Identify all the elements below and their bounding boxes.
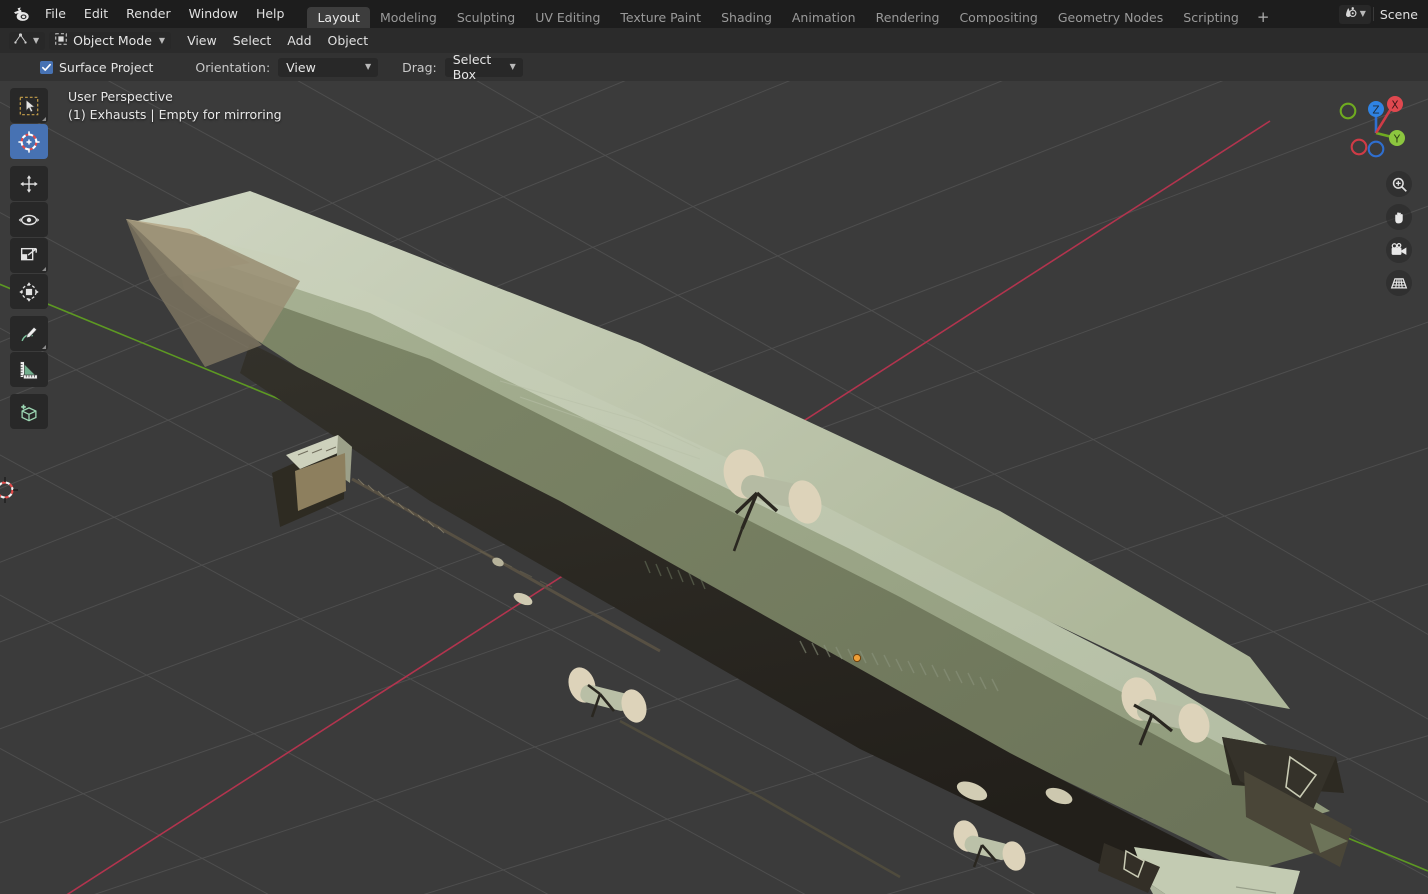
- drag-dropdown[interactable]: Select Box ▼: [444, 52, 523, 82]
- move-tool[interactable]: [10, 166, 48, 201]
- axis-negative-y: [1339, 102, 1357, 120]
- menu-window[interactable]: Window: [180, 4, 247, 24]
- workspace-tab-geometry-nodes[interactable]: Geometry Nodes: [1048, 7, 1173, 28]
- workspace-tabs: Layout Modeling Sculpting UV Editing Tex…: [307, 0, 1277, 28]
- axis-z-label: Z: [1372, 104, 1379, 116]
- viewport-nav-buttons: [1386, 171, 1412, 296]
- viewport-menu-object[interactable]: Object: [320, 32, 377, 50]
- topbar-right: ▼ Scene: [1338, 0, 1428, 28]
- workspace-tab-compositing[interactable]: Compositing: [949, 7, 1047, 28]
- chevron-down-icon: ▼: [365, 62, 372, 71]
- orientation-caption: Orientation:: [195, 59, 271, 75]
- mode-label: Object Mode: [73, 33, 152, 48]
- scene-name[interactable]: Scene: [1374, 7, 1424, 22]
- drag-value: Select Box: [452, 52, 492, 82]
- chevron-down-icon: ▼: [509, 62, 516, 71]
- viewport-menu-select[interactable]: Select: [225, 32, 280, 50]
- camera-icon[interactable]: [1386, 237, 1412, 263]
- object-origin-dot: [852, 653, 862, 663]
- scene-selector[interactable]: ▼: [1338, 4, 1371, 24]
- menu-render[interactable]: Render: [117, 4, 180, 24]
- viewport-menu-view[interactable]: View: [179, 32, 225, 50]
- topbar: File Edit Render Window Help Layout Mode…: [0, 0, 1428, 28]
- tweak-select-box-tool[interactable]: [10, 88, 48, 123]
- editor-type-3dviewport-icon: [13, 32, 28, 50]
- viewport-menu-add[interactable]: Add: [279, 32, 319, 50]
- workspace-tab-uv-editing[interactable]: UV Editing: [525, 7, 610, 28]
- tool-expand-corner: [42, 267, 46, 271]
- 3d-cursor-icon: [0, 477, 18, 503]
- workspace-tab-texture-paint[interactable]: Texture Paint: [610, 7, 711, 28]
- tool-settings-bar: Surface Project Orientation: View ▼ Drag…: [0, 52, 1428, 82]
- workspace-tab-scripting[interactable]: Scripting: [1173, 7, 1249, 28]
- viewport-header: ▼ Object Mode ▼ View Select Add Object: [0, 28, 1428, 78]
- workspace-tab-sculpting[interactable]: Sculpting: [447, 7, 525, 28]
- cursor-tool[interactable]: [10, 124, 48, 159]
- orientation-dropdown[interactable]: View ▼: [278, 57, 379, 77]
- axis-negative-z: [1367, 140, 1385, 158]
- rotate-tool[interactable]: [10, 202, 48, 237]
- tool-expand-corner: [42, 345, 46, 349]
- scale-tool[interactable]: [10, 238, 48, 273]
- viewport-grid: [0, 81, 1428, 894]
- menu-file[interactable]: File: [36, 4, 75, 24]
- 3d-viewport[interactable]: User Perspective (1) Exhausts | Empty fo…: [0, 81, 1428, 894]
- add-cube-tool[interactable]: [10, 394, 48, 429]
- orientation-value: View: [286, 59, 316, 75]
- object-mode-icon: [54, 32, 68, 49]
- axis-x-label: X: [1391, 99, 1398, 111]
- annotate-tool[interactable]: [10, 316, 48, 351]
- surface-project-checkbox[interactable]: Surface Project: [40, 60, 153, 75]
- menu-edit[interactable]: Edit: [75, 4, 117, 24]
- add-workspace-button[interactable]: +: [1249, 7, 1278, 28]
- workspace-tab-shading[interactable]: Shading: [711, 7, 782, 28]
- viewport-toolbar: [10, 88, 48, 429]
- measure-tool[interactable]: [10, 352, 48, 387]
- scene-icon: [1343, 5, 1358, 23]
- mode-selector[interactable]: Object Mode ▼: [49, 31, 172, 50]
- navigation-axis-gizmo[interactable]: Z X Y: [1332, 89, 1416, 161]
- checkbox-checked-icon: [40, 60, 53, 74]
- chevron-down-icon: ▼: [1359, 9, 1366, 18]
- axis-y-label: Y: [1393, 133, 1401, 145]
- transform-tool[interactable]: [10, 274, 48, 309]
- blender-logo-icon[interactable]: [6, 0, 36, 28]
- workspace-tab-modeling[interactable]: Modeling: [370, 7, 447, 28]
- drag-caption: Drag:: [402, 59, 437, 75]
- tool-expand-corner: [42, 117, 46, 121]
- chevron-down-icon: ▼: [33, 35, 40, 45]
- workspace-tab-layout[interactable]: Layout: [307, 7, 370, 28]
- chevron-down-icon: ▼: [158, 35, 166, 45]
- orthographic-grid-icon[interactable]: [1386, 270, 1412, 296]
- pan-hand-icon[interactable]: [1386, 204, 1412, 230]
- menu-help[interactable]: Help: [247, 4, 294, 24]
- workspace-tab-animation[interactable]: Animation: [782, 7, 866, 28]
- surface-project-label: Surface Project: [59, 59, 154, 75]
- axis-negative-x: [1350, 138, 1368, 156]
- zoom-icon[interactable]: [1386, 171, 1412, 197]
- blender-window: File Edit Render Window Help Layout Mode…: [0, 0, 1428, 894]
- editor-type-selector[interactable]: ▼: [9, 31, 46, 50]
- workspace-tab-rendering[interactable]: Rendering: [866, 7, 950, 28]
